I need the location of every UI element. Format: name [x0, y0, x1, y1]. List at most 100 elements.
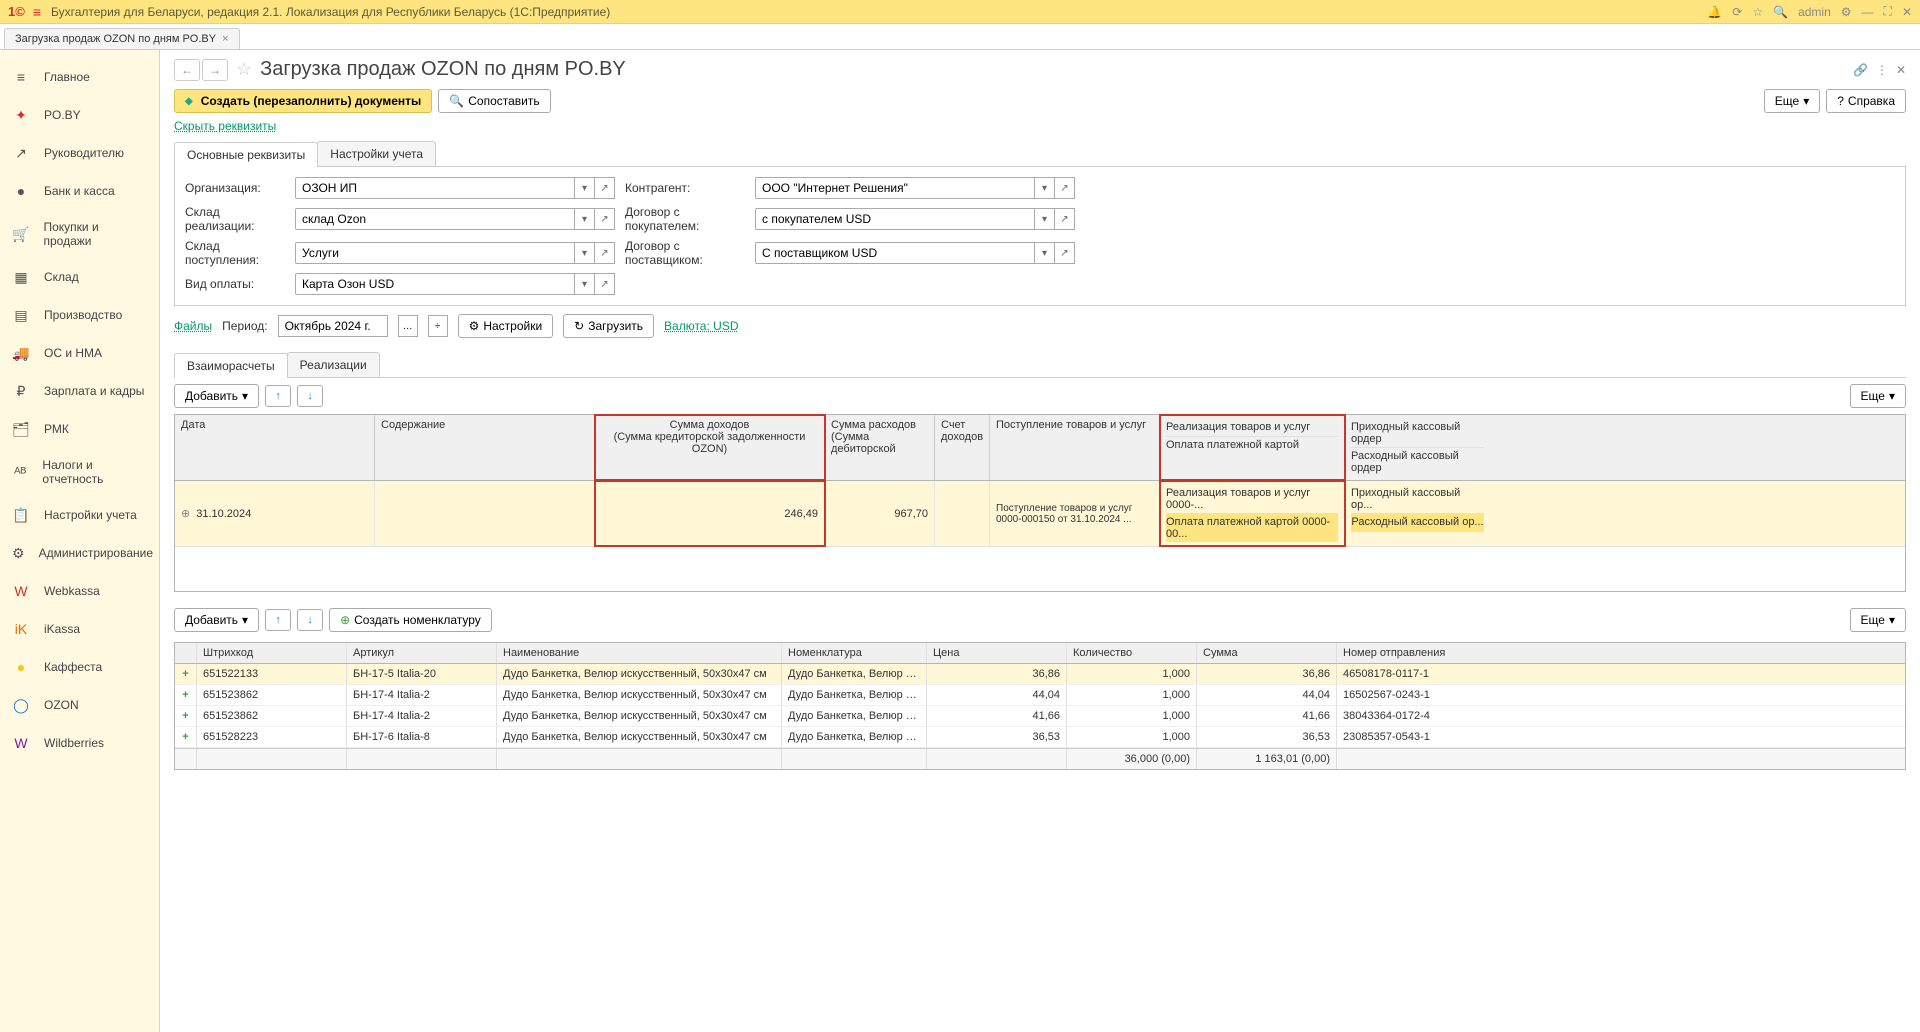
settings-icon[interactable]: ⚙ [1841, 5, 1852, 19]
period-input[interactable] [278, 315, 388, 337]
col-name[interactable]: Наименование [497, 643, 782, 663]
item-row[interactable]: +651523862БН-17-4 Italia-2Дудо Банкетка,… [175, 706, 1905, 727]
add-button[interactable]: Добавить ▾ [174, 384, 259, 408]
dropdown-icon[interactable]: ▾ [575, 177, 595, 199]
sidebar-item-16[interactable]: ◯OZON [0, 686, 159, 724]
col-realization[interactable]: Реализация товаров и услуг Оплата платеж… [1160, 415, 1345, 480]
files-link[interactable]: Файлы [174, 319, 212, 333]
sidebar-item-7[interactable]: 🚚ОС и НМА [0, 334, 159, 372]
compare-button[interactable]: 🔍 Сопоставить [438, 89, 550, 113]
page-close-icon[interactable]: ✕ [1896, 63, 1906, 77]
sidebar-item-10[interactable]: ᴬᴮНалоги и отчетность [0, 448, 159, 496]
hide-requisites-link[interactable]: Скрыть реквизиты [174, 119, 276, 133]
period-step-icon[interactable]: ÷ [428, 315, 448, 337]
open-icon[interactable]: ↗ [1055, 242, 1075, 264]
sidebar-item-11[interactable]: 📋Настройки учета [0, 496, 159, 534]
favorite-icon[interactable]: ☆ [236, 59, 252, 80]
col-cash-order[interactable]: Приходный кассовый ордер Расходный кассо… [1345, 415, 1490, 480]
menu-icon[interactable]: ≡ [33, 4, 41, 20]
sidebar-item-17[interactable]: WWildberries [0, 724, 159, 762]
col-nomenclature[interactable]: Номенклатура [782, 643, 927, 663]
sidebar-item-0[interactable]: ≡Главное [0, 58, 159, 96]
dropdown-icon[interactable]: ▾ [575, 208, 595, 230]
tab-close-icon[interactable]: × [222, 33, 228, 45]
dropdown-icon[interactable]: ▾ [575, 273, 595, 295]
currency-link[interactable]: Валюта: USD [664, 319, 738, 333]
move-down-icon[interactable]: ↓ [297, 385, 323, 407]
create-button[interactable]: Создать (перезаполнить) документы [174, 89, 432, 113]
nav-forward-icon[interactable]: → [202, 59, 228, 81]
dropdown-icon[interactable]: ▾ [575, 242, 595, 264]
close-icon[interactable]: ✕ [1902, 5, 1912, 19]
move-down-icon[interactable]: ↓ [297, 609, 323, 631]
input-supplier-contract[interactable]: ▾ ↗ [755, 242, 1075, 264]
kebab-icon[interactable]: ⋮ [1876, 63, 1888, 77]
tab-settlements[interactable]: Взаиморасчеты [174, 353, 288, 378]
sidebar-item-14[interactable]: iKiKassa [0, 610, 159, 648]
grid-row[interactable]: ⊕31.10.2024 246,49 967,70 Поступление то… [175, 481, 1905, 547]
sidebar-item-3[interactable]: ●Банк и касса [0, 172, 159, 210]
sidebar-item-9[interactable]: 🗂РМК [0, 410, 159, 448]
search-icon[interactable]: 🔍 [1773, 5, 1788, 19]
col-shipment[interactable]: Номер отправления [1337, 643, 1487, 663]
add-icon[interactable]: + [175, 664, 197, 684]
col-account[interactable]: Счет доходов [935, 415, 990, 480]
col-price[interactable]: Цена [927, 643, 1067, 663]
open-icon[interactable]: ↗ [595, 242, 615, 264]
period-select-icon[interactable]: … [398, 315, 418, 337]
sidebar-item-1[interactable]: ✦PO.BY [0, 96, 159, 134]
bell-icon[interactable]: 🔔 [1707, 5, 1722, 19]
grid-more-button[interactable]: Еще ▾ [1850, 384, 1906, 408]
add-icon[interactable]: + [175, 706, 197, 726]
input-warehouse-in[interactable]: ▾ ↗ [295, 242, 615, 264]
sidebar-item-5[interactable]: ▦Склад [0, 258, 159, 296]
maximize-icon[interactable]: ⛶ [1884, 4, 1892, 19]
col-barcode[interactable]: Штрихкод [197, 643, 347, 663]
col-expense[interactable]: Сумма расходов (Сумма дебиторской [825, 415, 935, 480]
input-warehouse-real[interactable]: ▾ ↗ [295, 208, 615, 230]
sidebar-item-6[interactable]: ▤Производство [0, 296, 159, 334]
link-icon[interactable]: 🔗 [1853, 63, 1868, 77]
open-icon[interactable]: ↗ [595, 177, 615, 199]
open-icon[interactable]: ↗ [595, 208, 615, 230]
col-receipt[interactable]: Поступление товаров и услуг [990, 415, 1160, 480]
star-icon[interactable]: ☆ [1752, 5, 1763, 19]
move-up-icon[interactable]: ↑ [265, 609, 291, 631]
col-content[interactable]: Содержание [375, 415, 595, 480]
sidebar-item-15[interactable]: ●Каффеста [0, 648, 159, 686]
create-nomenclature-button[interactable]: ⊕ Создать номенклатуру [329, 608, 492, 632]
dropdown-icon[interactable]: ▾ [1035, 242, 1055, 264]
document-tab[interactable]: Загрузка продаж OZON по дням PO.BY × [4, 28, 240, 49]
move-up-icon[interactable]: ↑ [265, 385, 291, 407]
item-row[interactable]: +651522133БН-17-5 Italia-20Дудо Банкетка… [175, 664, 1905, 685]
dropdown-icon[interactable]: ▾ [1035, 177, 1055, 199]
item-row[interactable]: +651523862БН-17-4 Italia-2Дудо Банкетка,… [175, 685, 1905, 706]
dropdown-icon[interactable]: ▾ [1035, 208, 1055, 230]
input-buyer-contract[interactable]: ▾ ↗ [755, 208, 1075, 230]
tab-accounting-settings[interactable]: Настройки учета [317, 141, 436, 166]
col-sum[interactable]: Сумма [1197, 643, 1337, 663]
sidebar-item-12[interactable]: ⚙Администрирование [0, 534, 159, 572]
input-organization[interactable]: ▾ ↗ [295, 177, 615, 199]
expand-icon[interactable]: ⊕ [181, 507, 190, 520]
tab-realizations[interactable]: Реализации [287, 352, 380, 377]
col-qty[interactable]: Количество [1067, 643, 1197, 663]
item-row[interactable]: +651528223БН-17-6 Italia-8Дудо Банкетка,… [175, 727, 1905, 748]
open-icon[interactable]: ↗ [595, 273, 615, 295]
open-icon[interactable]: ↗ [1055, 208, 1075, 230]
col-date[interactable]: Дата [175, 415, 375, 480]
add-button-2[interactable]: Добавить ▾ [174, 608, 259, 632]
tab-main-requisites[interactable]: Основные реквизиты [174, 142, 318, 167]
settings-button[interactable]: ⚙ Настройки [458, 314, 554, 338]
add-icon[interactable]: + [175, 685, 197, 705]
col-article[interactable]: Артикул [347, 643, 497, 663]
input-payment-type[interactable]: ▾ ↗ [295, 273, 615, 295]
add-icon[interactable]: + [175, 727, 197, 747]
sidebar-item-8[interactable]: ₽Зарплата и кадры [0, 372, 159, 410]
sidebar-item-13[interactable]: WWebkassa [0, 572, 159, 610]
user-label[interactable]: admin [1798, 5, 1831, 19]
bottom-more-button[interactable]: Еще ▾ [1850, 608, 1906, 632]
more-button[interactable]: Еще ▾ [1764, 89, 1820, 113]
history-icon[interactable]: ⟳ [1732, 5, 1742, 19]
sidebar-item-4[interactable]: 🛒Покупки и продажи [0, 210, 159, 258]
